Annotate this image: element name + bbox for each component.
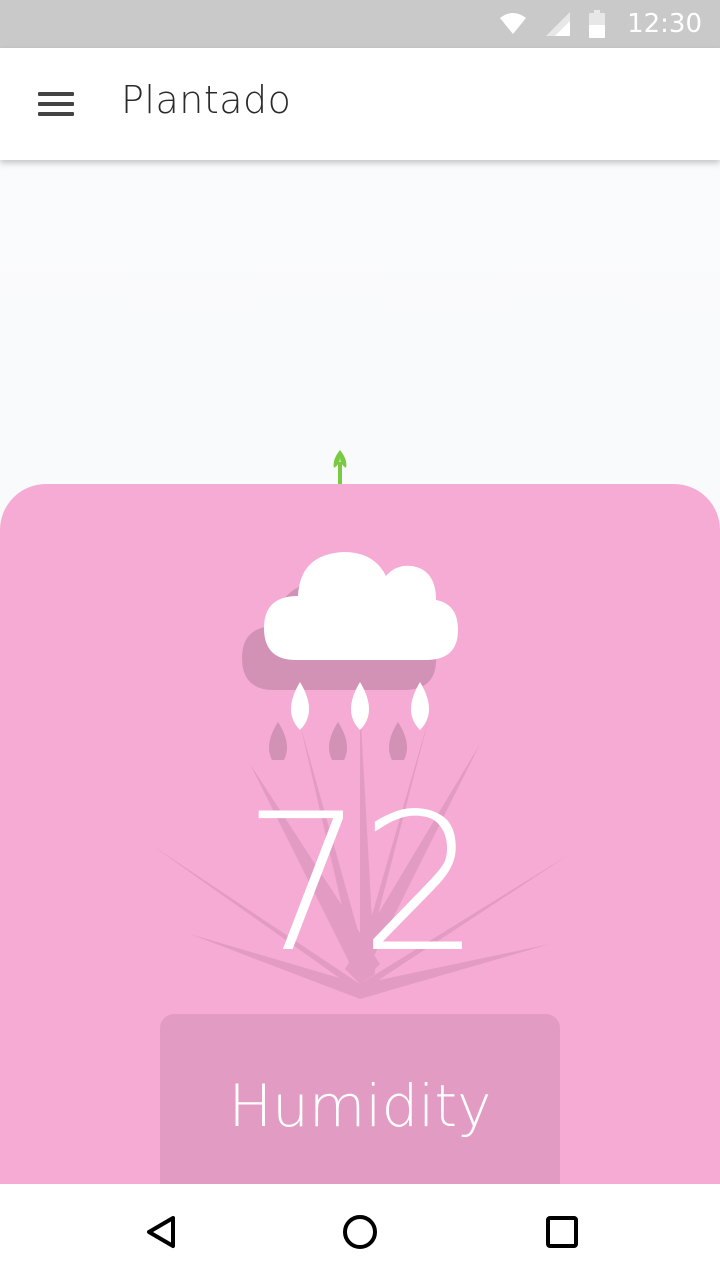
signal-icon [546,12,571,36]
hamburger-menu-icon[interactable] [38,92,74,116]
app-title: Plantado [121,78,292,122]
status-time: 12:30 [627,9,702,39]
app-bar: Plantado [0,48,720,160]
navigation-bar [0,1184,720,1280]
status-bar: 12:30 [0,0,720,48]
back-icon[interactable] [141,1212,181,1252]
rain-cloud-icon [242,552,458,760]
humidity-value: 72 [243,773,481,994]
recents-icon[interactable] [542,1212,582,1252]
wifi-icon [500,13,527,34]
humidity-card[interactable]: 72 Humidity [0,484,720,1184]
humidity-label: Humidity [228,1072,492,1140]
battery-icon [589,10,606,38]
home-icon[interactable] [340,1212,380,1252]
